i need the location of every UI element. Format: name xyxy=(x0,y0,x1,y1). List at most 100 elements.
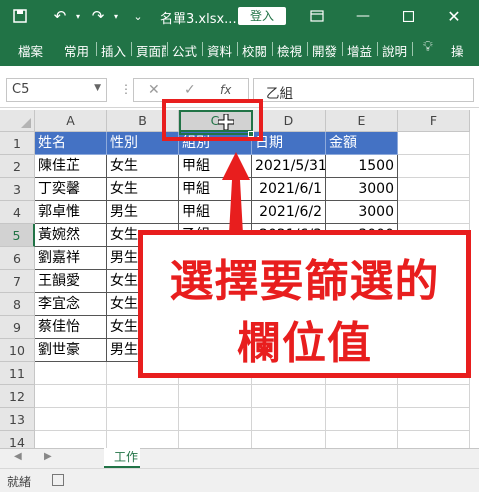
customize-toolbar-icon[interactable]: ⌄ xyxy=(128,6,148,26)
cell-d3[interactable]: 2021/6/1 xyxy=(252,178,326,201)
row-header-5[interactable]: 5 xyxy=(0,224,35,247)
cell-e12[interactable] xyxy=(326,385,398,408)
column-header-a[interactable]: A xyxy=(35,110,107,132)
cell-c12[interactable] xyxy=(179,385,252,408)
minimize-icon[interactable]: — xyxy=(353,6,373,26)
cell-f3[interactable] xyxy=(398,178,470,201)
cell-d4[interactable]: 2021/6/2 xyxy=(252,201,326,224)
more-options-icon[interactable]: ⋮ xyxy=(120,82,132,96)
cell-a10[interactable]: 劉世豪 xyxy=(35,339,107,362)
cell-d2[interactable]: 2021/5/31 xyxy=(252,155,326,178)
cell-e3[interactable]: 3000 xyxy=(326,178,398,201)
cell-e14[interactable] xyxy=(326,431,398,448)
cell-b12[interactable] xyxy=(107,385,179,408)
enter-icon[interactable]: ✓ xyxy=(184,82,196,98)
cell-e4[interactable]: 3000 xyxy=(326,201,398,224)
cell-a13[interactable] xyxy=(35,408,107,431)
cell-a2[interactable]: 陳佳芷 xyxy=(35,155,107,178)
cell-d13[interactable] xyxy=(252,408,326,431)
cell-a12[interactable] xyxy=(35,385,107,408)
cell-a14[interactable] xyxy=(35,431,107,448)
cell-e1[interactable]: 金額 xyxy=(326,132,398,155)
row-header-14[interactable]: 14 xyxy=(0,431,35,448)
cell-c14[interactable] xyxy=(179,431,252,448)
tab-review[interactable]: 校閱 xyxy=(242,41,267,60)
cell-a6[interactable]: 劉嘉祥 xyxy=(35,247,107,270)
row-header-6[interactable]: 6 xyxy=(0,247,35,270)
cell-a9[interactable]: 蔡佳怡 xyxy=(35,316,107,339)
cancel-icon[interactable]: ✕ xyxy=(148,82,160,98)
column-header-f[interactable]: F xyxy=(398,110,470,132)
undo-dropdown-icon[interactable]: ▾ xyxy=(68,6,88,26)
name-box[interactable]: C5 ▼ xyxy=(6,78,107,102)
tab-add-ins[interactable]: 增益 xyxy=(347,41,372,60)
row-header-8[interactable]: 8 xyxy=(0,293,35,316)
row-header-11[interactable]: 11 xyxy=(0,362,35,385)
tab-page-layout[interactable]: 頁面配 xyxy=(136,41,166,60)
close-icon[interactable]: ✕ xyxy=(444,6,464,26)
row-header-13[interactable]: 13 xyxy=(0,408,35,431)
cell-e2[interactable]: 1500 xyxy=(326,155,398,178)
cell-a5[interactable]: 黃婉然 xyxy=(35,224,107,247)
cell-b3[interactable]: 女生 xyxy=(107,178,179,201)
next-sheet-icon[interactable]: ▶ xyxy=(44,451,52,462)
cell-f14[interactable] xyxy=(398,431,470,448)
tab-home[interactable]: 常用 xyxy=(64,41,89,60)
cell-d12[interactable] xyxy=(252,385,326,408)
select-all-corner[interactable] xyxy=(0,110,35,132)
cell-d14[interactable] xyxy=(252,431,326,448)
insert-function-icon[interactable]: fx xyxy=(220,83,231,97)
cell-d1[interactable]: 日期 xyxy=(252,132,326,155)
column-header-d[interactable]: D xyxy=(252,110,326,132)
cell-b13[interactable] xyxy=(107,408,179,431)
tab-view[interactable]: 檢視 xyxy=(277,41,302,60)
sheet-tab[interactable]: 工作 xyxy=(104,448,140,468)
macro-record-icon[interactable] xyxy=(52,474,64,486)
row-header-9[interactable]: 9 xyxy=(0,316,35,339)
cell-a8[interactable]: 李宜念 xyxy=(35,293,107,316)
cell-f13[interactable] xyxy=(398,408,470,431)
save-icon[interactable] xyxy=(10,6,30,26)
redo-icon[interactable]: ↷ xyxy=(88,6,108,26)
tab-insert[interactable]: 插入 xyxy=(101,41,126,60)
tab-data[interactable]: 資料 xyxy=(207,41,232,60)
title-bar: ↶ ▾ ↷ ▾ ⌄ 名單3.xlsx... 登入 — ✕ xyxy=(0,0,479,32)
row-header-12[interactable]: 12 xyxy=(0,385,35,408)
cell-a1[interactable]: 姓名 xyxy=(35,132,107,155)
row-header-2[interactable]: 2 xyxy=(0,155,35,178)
cell-f4[interactable] xyxy=(398,201,470,224)
cell-a7[interactable]: 王韻愛 xyxy=(35,270,107,293)
tab-tell-me[interactable]: 操 xyxy=(451,41,464,60)
ribbon-separator xyxy=(272,42,273,56)
row-header-7[interactable]: 7 xyxy=(0,270,35,293)
row-header-4[interactable]: 4 xyxy=(0,201,35,224)
maximize-icon[interactable] xyxy=(398,6,418,26)
prev-sheet-icon[interactable]: ◀ xyxy=(14,451,22,462)
formula-input[interactable]: 乙組 xyxy=(253,78,474,102)
undo-icon[interactable]: ↶ xyxy=(50,6,70,26)
tab-developer[interactable]: 開發 xyxy=(312,41,337,60)
lightbulb-icon[interactable]: 💡︎ xyxy=(423,39,433,55)
chevron-down-icon[interactable]: ▼ xyxy=(94,83,101,93)
cell-b14[interactable] xyxy=(107,431,179,448)
column-header-e[interactable]: E xyxy=(326,110,398,132)
cell-f12[interactable] xyxy=(398,385,470,408)
cell-a11[interactable] xyxy=(35,362,107,385)
ribbon-display-icon[interactable] xyxy=(307,6,327,26)
cell-a4[interactable]: 郭卓惟 xyxy=(35,201,107,224)
login-button[interactable]: 登入 xyxy=(238,7,286,25)
cell-b4[interactable]: 男生 xyxy=(107,201,179,224)
row-header-3[interactable]: 3 xyxy=(0,178,35,201)
tab-help[interactable]: 說明 xyxy=(382,41,407,60)
cell-a3[interactable]: 丁奕馨 xyxy=(35,178,107,201)
row-header-1[interactable]: 1 xyxy=(0,132,35,155)
tab-formulas[interactable]: 公式 xyxy=(172,41,197,60)
redo-dropdown-icon[interactable]: ▾ xyxy=(106,6,126,26)
cell-f1[interactable] xyxy=(398,132,470,155)
row-header-10[interactable]: 10 xyxy=(0,339,35,362)
tab-file[interactable]: 檔案 xyxy=(18,41,43,60)
cell-e13[interactable] xyxy=(326,408,398,431)
cell-b2[interactable]: 女生 xyxy=(107,155,179,178)
cell-c13[interactable] xyxy=(179,408,252,431)
cell-f2[interactable] xyxy=(398,155,470,178)
